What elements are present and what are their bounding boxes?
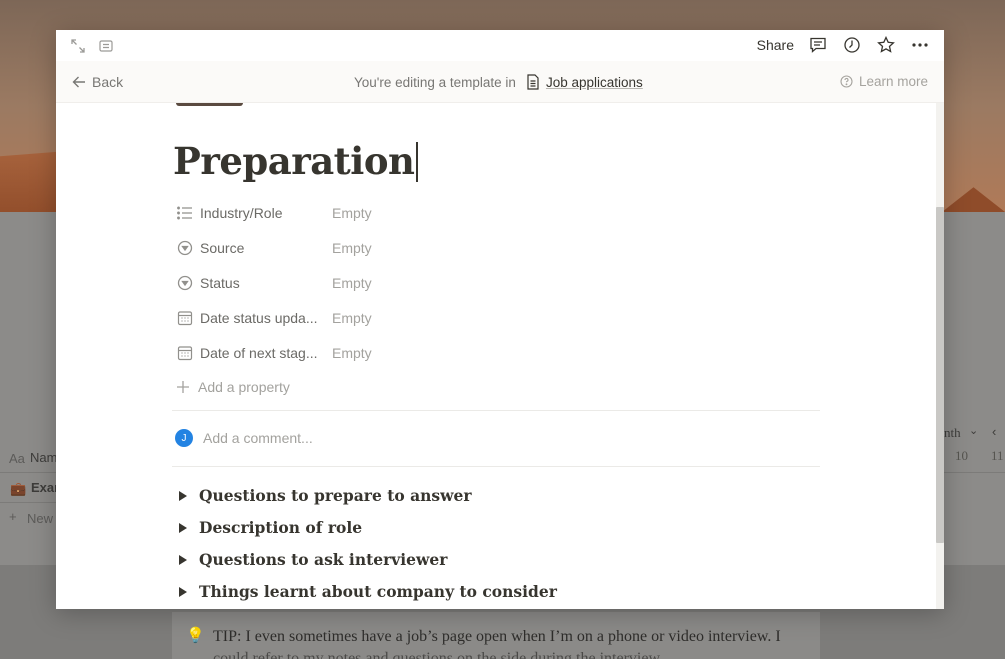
toggle-heading[interactable]: Questions to prepare to answer (199, 486, 472, 505)
lightbulb-icon: 💡 (186, 627, 205, 644)
comment-icon[interactable] (808, 35, 828, 55)
property-name: Source (200, 240, 245, 256)
calendar-icon (176, 344, 194, 362)
page-title[interactable]: Preparation (173, 139, 418, 183)
property-value[interactable]: Empty (332, 275, 372, 291)
toggle-arrow-icon[interactable] (179, 586, 187, 597)
page-title-text[interactable]: Preparation (173, 139, 415, 183)
property-value[interactable]: Empty (332, 310, 372, 326)
select-icon (176, 239, 194, 257)
toggle-block[interactable]: Questions to prepare to answer (176, 486, 472, 505)
modal-topbar: Share (56, 30, 944, 61)
property-value[interactable]: Empty (332, 240, 372, 256)
history-icon[interactable] (842, 35, 862, 55)
background-divider (0, 472, 56, 473)
share-button[interactable]: Share (757, 37, 794, 53)
divider (172, 410, 820, 411)
property-source[interactable]: Source Empty (176, 234, 436, 262)
back-label: Back (92, 74, 124, 90)
property-date-status-updated[interactable]: Date status upda... Empty (176, 304, 436, 332)
property-status[interactable]: Status Empty (176, 269, 436, 297)
page-modal: Share Back You're editing a template in … (56, 30, 944, 609)
background-new-row: New (27, 511, 54, 526)
property-industry-role[interactable]: Industry/Role Empty (176, 199, 436, 227)
text-cursor (416, 142, 418, 182)
avatar: J (175, 429, 193, 447)
toggle-heading[interactable]: Questions to ask interviewer (199, 550, 447, 569)
chevron-left-icon: ‹ (992, 424, 997, 439)
background-day: 10 (955, 448, 968, 463)
property-value[interactable]: Empty (332, 205, 372, 221)
property-date-next-stage[interactable]: Date of next stag... Empty (176, 339, 436, 367)
side-peek-icon[interactable] (98, 38, 114, 54)
divider (172, 466, 820, 467)
plus-icon (177, 381, 189, 393)
background-row-name: Exar (31, 480, 60, 495)
calendar-icon (176, 309, 194, 327)
page-content: Preparation Industry/Role Empty Source E… (56, 103, 936, 609)
toggle-block[interactable]: Things learnt about company to consider (176, 582, 557, 601)
property-value[interactable]: Empty (332, 345, 372, 361)
template-notice: You're editing a template in Job applica… (354, 74, 643, 90)
toggle-heading[interactable]: Description of role (199, 518, 362, 537)
property-name: Date status upda... (200, 310, 318, 326)
background-month-label: nth (944, 425, 961, 440)
chevron-down-icon: ⌄ (969, 425, 979, 437)
template-banner: Back You're editing a template in Job ap… (56, 61, 944, 103)
property-name: Industry/Role (200, 205, 283, 221)
toggle-block[interactable]: Description of role (176, 518, 362, 537)
add-property-button[interactable]: Add a property (176, 379, 290, 395)
arrow-left-icon (72, 76, 85, 88)
briefcase-icon: 💼 (10, 481, 27, 496)
scrollbar-thumb[interactable] (936, 207, 944, 543)
more-icon[interactable] (910, 35, 930, 55)
help-icon (840, 75, 853, 88)
template-notice-text: You're editing a template in (354, 74, 516, 90)
page-icon-image[interactable] (176, 103, 243, 106)
background-tip-text: could refer to my notes and questions on… (213, 650, 663, 659)
background-divider (944, 472, 1005, 473)
star-icon[interactable] (876, 35, 896, 55)
background-tip-text: TIP: I even sometimes have a job’s page … (213, 628, 781, 645)
expand-icon[interactable] (70, 38, 86, 54)
plus-icon: + (9, 509, 17, 524)
toggle-arrow-icon[interactable] (179, 522, 187, 533)
toggle-arrow-icon[interactable] (179, 490, 187, 501)
background-divider (0, 502, 56, 503)
toggle-heading[interactable]: Things learnt about company to consider (199, 582, 557, 601)
property-name: Status (200, 275, 240, 291)
database-link[interactable]: Job applications (546, 75, 643, 90)
toggle-block[interactable]: Questions to ask interviewer (176, 550, 447, 569)
list-icon (176, 204, 194, 222)
page-icon (527, 74, 539, 90)
select-icon (176, 274, 194, 292)
learn-more-label: Learn more (858, 74, 928, 89)
toggle-arrow-icon[interactable] (179, 554, 187, 565)
back-button[interactable]: Back (72, 74, 123, 90)
property-name: Date of next stag... (200, 345, 318, 361)
comment-input[interactable]: J Add a comment... (175, 429, 313, 447)
scrollbar-track[interactable] (936, 103, 944, 609)
comment-placeholder[interactable]: Add a comment... (203, 430, 313, 446)
learn-more-link[interactable]: Learn more (840, 74, 928, 89)
background-name-prefix: Aa (9, 451, 25, 466)
add-property-label: Add a property (198, 379, 290, 395)
background-day: 11 (991, 448, 1004, 463)
background-name-header: Nam (30, 450, 58, 465)
